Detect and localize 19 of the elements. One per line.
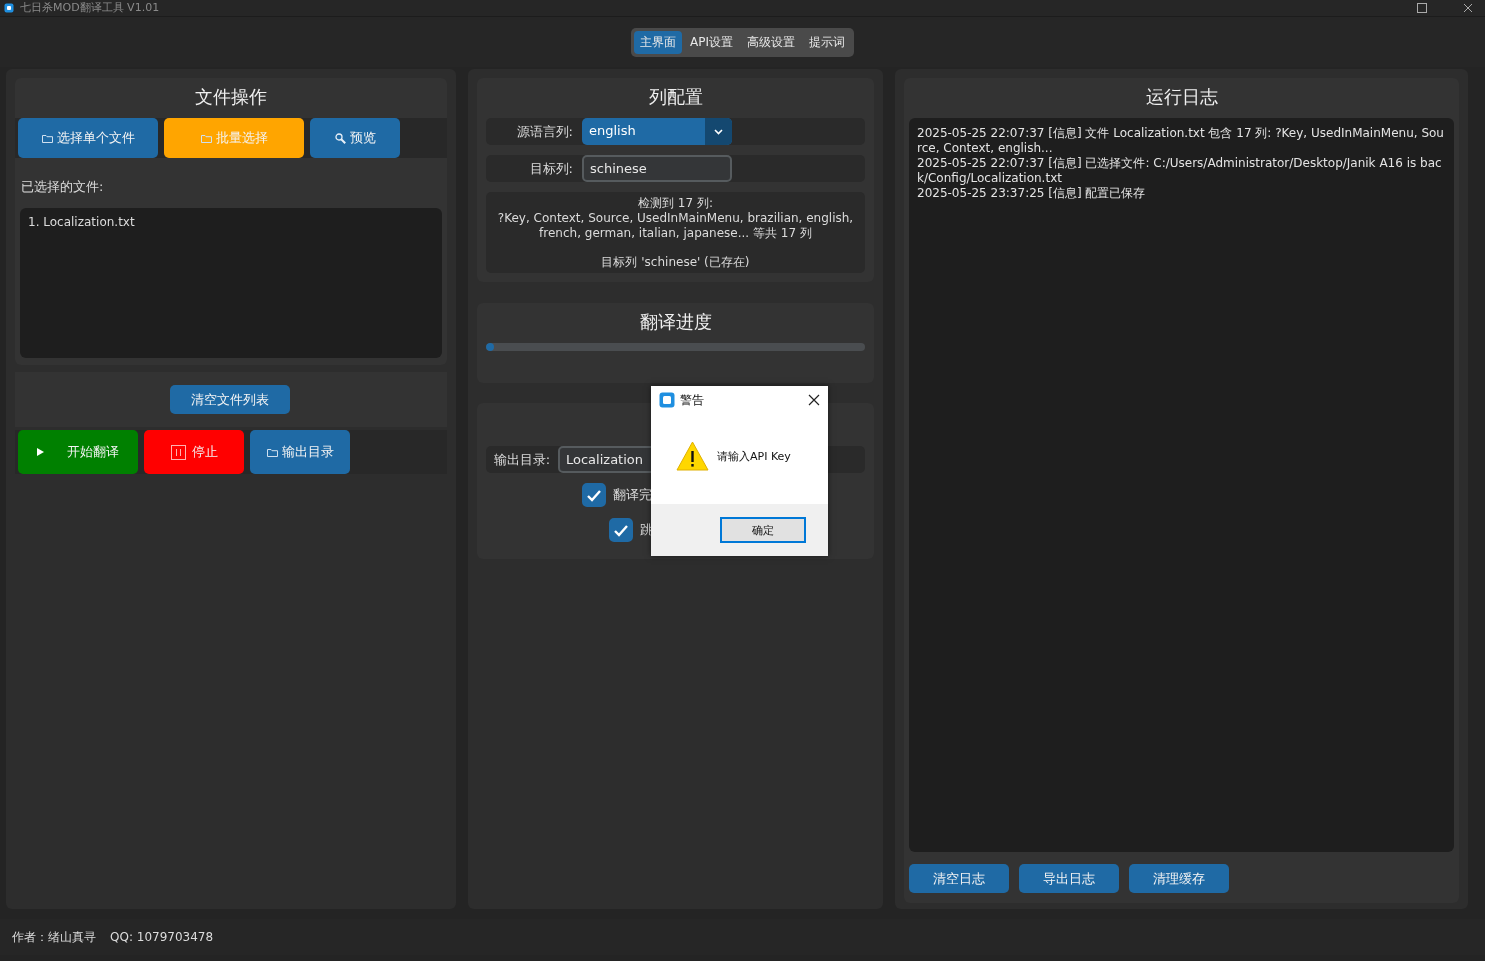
status-text: QQ: 1079703478 bbox=[110, 930, 214, 944]
section-title: 运行日志 bbox=[1144, 85, 1219, 109]
log-entry: 2025-05-25 23:37:25 [信息] 配置已保存 bbox=[917, 186, 1147, 201]
info-text: 检测到 17 列: ?Key, Context, Source, UsedInMainMenu, brazilian, english, french, german, italian, japanese... 等共 17 列 bbox=[496, 196, 855, 241]
field-label: 输出目录: bbox=[492, 450, 552, 469]
field-label: 源语言列: bbox=[515, 122, 574, 141]
status-text: 作者：绪山真寻 bbox=[12, 928, 96, 946]
status-text: 目标列 'schinese' (已存在) bbox=[600, 255, 751, 270]
field-label: 目标列: bbox=[528, 159, 574, 178]
dialog-title: 警告 bbox=[680, 391, 704, 409]
log-entry: 2025-05-25 22:07:37 [信息] 文件 Localization.txt 包含 17 列: ?Key, UsedInMainMenu, Source, Context, english... bbox=[917, 126, 1445, 156]
section-title: 翻译进度 bbox=[638, 310, 713, 334]
log-entry: 2025-05-25 22:07:37 [信息] 已选择文件: C:/Users/Administrator/Desktop/Janik A16 is back/Config/Localization.txt bbox=[917, 156, 1443, 186]
dialog-message: 请输入API Key bbox=[717, 448, 791, 464]
list-label: 已选择的文件: bbox=[20, 178, 105, 196]
window-title: 七日杀MOD翻译工具 V1.01 bbox=[20, 1, 160, 15]
section-title: 文件操作 bbox=[194, 85, 268, 109]
section-title: 列配置 bbox=[647, 85, 704, 109]
checkbox-label: 翻译完 bbox=[613, 486, 652, 504]
